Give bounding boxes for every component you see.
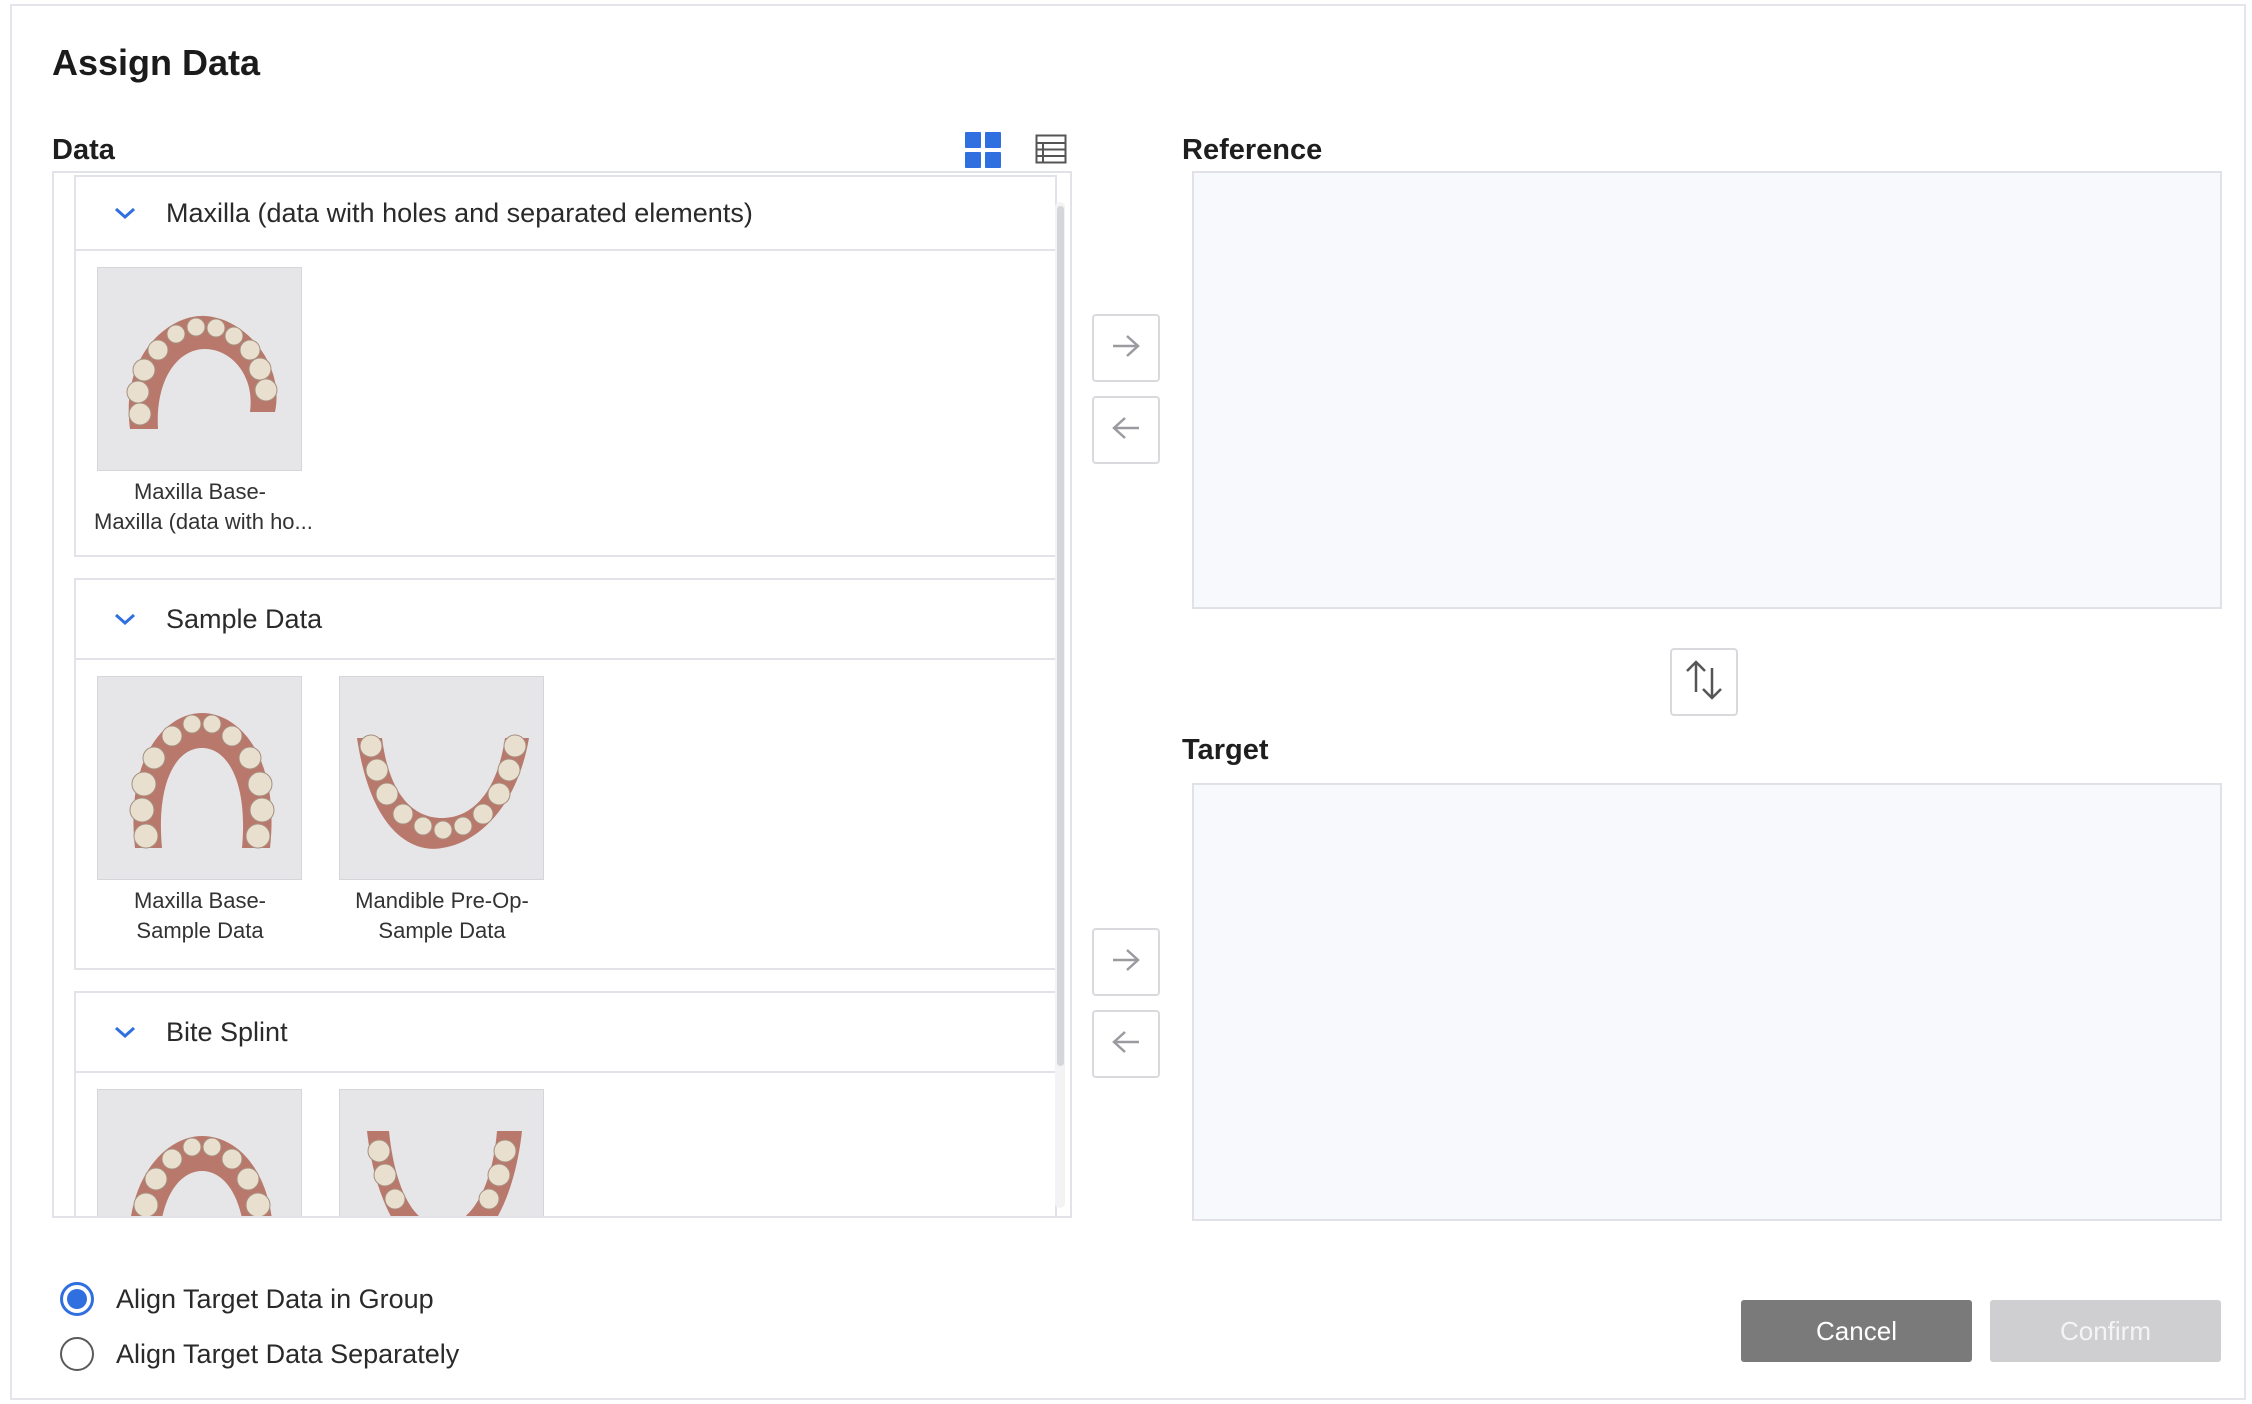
thumbnail-label-line2: Sample Data xyxy=(378,918,506,943)
maxilla-scan-thumbnail xyxy=(97,1089,302,1216)
confirm-button[interactable]: Confirm xyxy=(1990,1300,2221,1362)
data-section-label: Data xyxy=(52,134,115,166)
arrow-right-icon xyxy=(1110,947,1142,978)
grid-view-icon[interactable] xyxy=(965,132,1001,168)
group-header[interactable]: Maxilla (data with holes and separated e… xyxy=(76,177,1055,251)
data-group: Bite Splint xyxy=(74,991,1057,1216)
mandible-scan-thumbnail xyxy=(339,676,544,880)
data-list-scrollbar-thumb[interactable] xyxy=(1057,206,1064,1066)
data-group: Sample Data Maxilla Base- Sample Data Ma… xyxy=(74,578,1057,970)
group-title: Bite Splint xyxy=(166,1016,288,1047)
thumbnail-label-line1: Maxilla Base- xyxy=(133,888,267,913)
group-title: Sample Data xyxy=(166,603,323,634)
reference-drop-zone[interactable] xyxy=(1192,171,2222,609)
list-view-icon[interactable] xyxy=(1035,134,1071,170)
thumbnail-label-line2: Sample Data xyxy=(136,918,264,943)
target-label: Target xyxy=(1182,734,1269,766)
thumbnail-label-line1: Maxilla Base- xyxy=(133,479,267,504)
align-in-group-radio[interactable] xyxy=(60,1282,94,1316)
data-thumbnail-card[interactable] xyxy=(336,1089,548,1216)
arrow-right-icon xyxy=(1110,333,1142,364)
arrow-left-icon xyxy=(1110,415,1142,446)
reference-label: Reference xyxy=(1182,134,1323,166)
data-group: Maxilla (data with holes and separated e… xyxy=(74,175,1057,557)
arrow-left-icon xyxy=(1110,1029,1142,1060)
group-header[interactable]: Bite Splint xyxy=(76,993,1055,1073)
remove-from-target-button[interactable] xyxy=(1092,1010,1160,1078)
align-separately-label: Align Target Data Separately xyxy=(116,1338,460,1369)
mandible-scan-thumbnail xyxy=(339,1089,544,1216)
data-list-panel[interactable]: Maxilla (data with holes and separated e… xyxy=(52,171,1072,1218)
chevron-down-icon[interactable] xyxy=(110,198,140,228)
align-separately-option[interactable]: Align Target Data Separately xyxy=(60,1337,459,1371)
chevron-down-icon[interactable] xyxy=(110,604,140,634)
align-in-group-label: Align Target Data in Group xyxy=(116,1283,434,1314)
dialog-title: Assign Data xyxy=(52,42,261,83)
data-thumbnail-card[interactable]: Maxilla Base- Sample Data xyxy=(94,676,306,946)
swap-vertical-icon xyxy=(1684,658,1724,707)
align-separately-radio[interactable] xyxy=(60,1337,94,1371)
cancel-button[interactable]: Cancel xyxy=(1741,1300,1972,1362)
remove-from-reference-button[interactable] xyxy=(1092,396,1160,464)
maxilla-scan-thumbnail xyxy=(97,267,302,471)
thumbnail-label-line1: Mandible Pre-Op- xyxy=(355,888,529,913)
swap-reference-target-button[interactable] xyxy=(1670,648,1738,716)
assign-data-dialog: Assign Data Data Maxilla (data with hole… xyxy=(10,4,2246,1400)
align-in-group-option[interactable]: Align Target Data in Group xyxy=(60,1282,434,1316)
data-thumbnail-card[interactable] xyxy=(94,1089,306,1216)
move-to-target-button[interactable] xyxy=(1092,928,1160,996)
group-title: Maxilla (data with holes and separated e… xyxy=(166,197,753,228)
chevron-down-icon[interactable] xyxy=(110,1017,140,1047)
maxilla-scan-thumbnail xyxy=(97,676,302,880)
target-drop-zone[interactable] xyxy=(1192,783,2222,1221)
data-thumbnail-card[interactable]: Maxilla Base- Maxilla (data with ho... xyxy=(94,267,313,537)
data-thumbnail-card[interactable]: Mandible Pre-Op- Sample Data xyxy=(336,676,548,946)
group-header[interactable]: Sample Data xyxy=(76,580,1055,660)
move-to-reference-button[interactable] xyxy=(1092,314,1160,382)
thumbnail-label-line2: Maxilla (data with ho... xyxy=(94,509,313,534)
